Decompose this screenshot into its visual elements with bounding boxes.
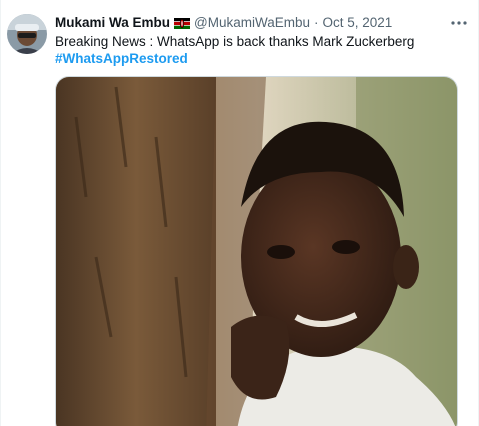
author-handle[interactable]: @MukamiWaEmbu	[194, 15, 310, 30]
tweet[interactable]: Mukami Wa Embu @MukamiWaEmbu · Oct 5, 20…	[0, 0, 479, 426]
kenya-flag-icon	[174, 17, 191, 29]
author-display-name[interactable]: Mukami Wa Embu	[55, 15, 170, 30]
more-icon	[450, 13, 468, 31]
more-options-button[interactable]	[448, 11, 470, 33]
separator-dot: ·	[314, 14, 319, 30]
tweet-content: Mukami Wa Embu @MukamiWaEmbu · Oct 5, 20…	[55, 13, 467, 67]
avatar[interactable]	[7, 14, 47, 54]
tweet-media-image[interactable]	[55, 76, 458, 426]
tweet-timestamp[interactable]: Oct 5, 2021	[323, 15, 393, 30]
tweet-text-body: Breaking News : WhatsApp is back thanks …	[55, 34, 415, 49]
tweet-text: Breaking News : WhatsApp is back thanks …	[55, 33, 464, 67]
tweet-header: Mukami Wa Embu @MukamiWaEmbu · Oct 5, 20…	[55, 13, 464, 31]
hashtag-link[interactable]: #WhatsAppRestored	[55, 50, 464, 67]
